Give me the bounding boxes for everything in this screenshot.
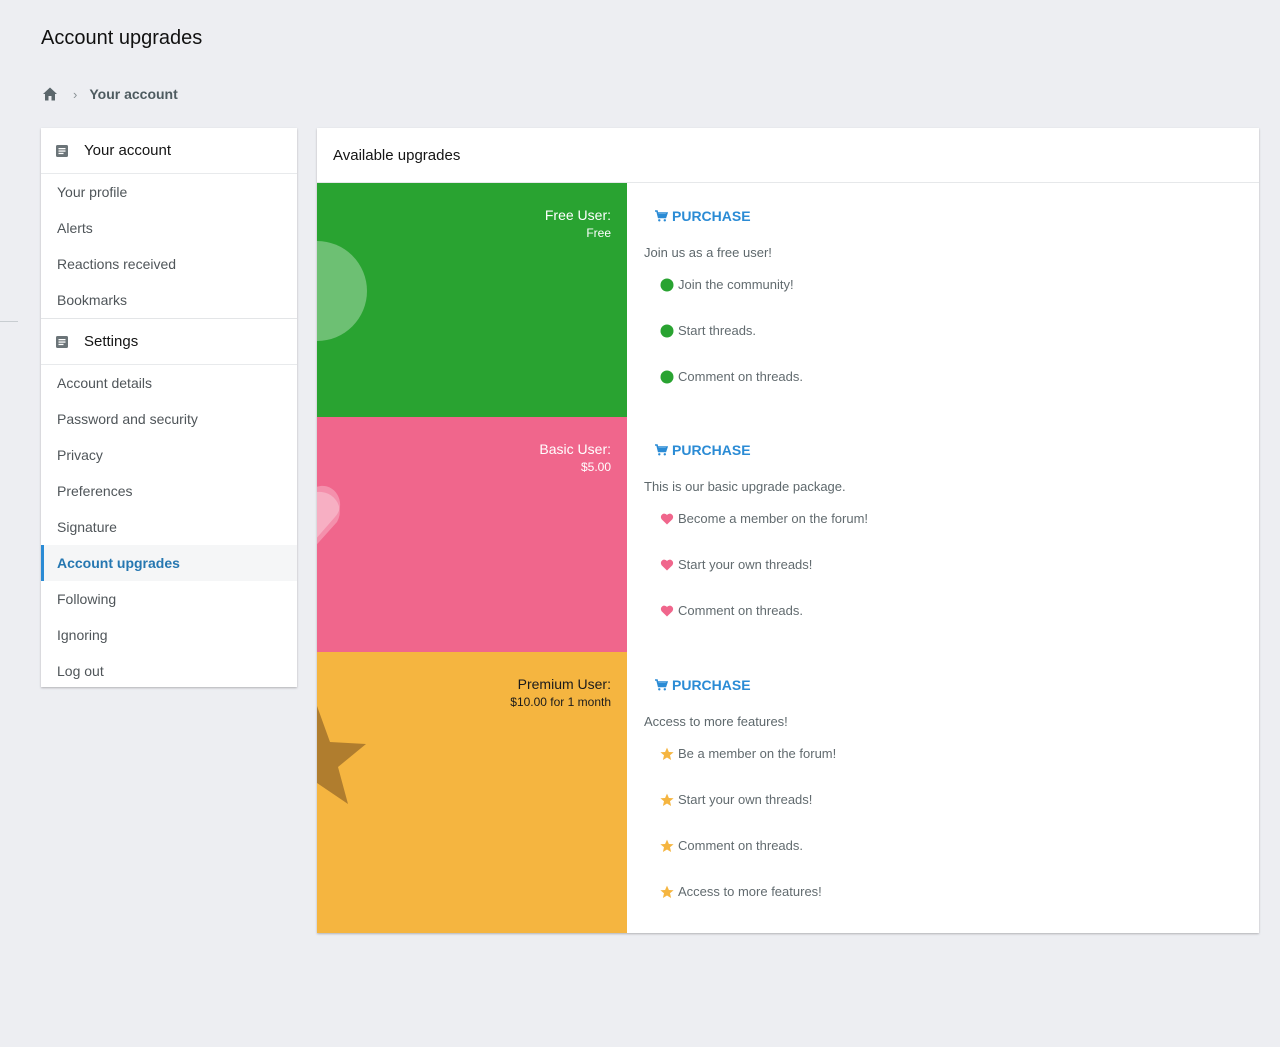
sidebar-item-reactions-received[interactable]: Reactions received	[41, 246, 297, 282]
feature-item: Comment on threads.	[660, 603, 1259, 618]
upgrade-description: This is our basic upgrade package.	[644, 479, 846, 494]
star-icon	[660, 839, 674, 853]
feature-text: Comment on threads.	[678, 838, 804, 853]
feature-item: Access to more features!	[660, 884, 1259, 899]
cart-icon	[654, 209, 669, 223]
upgrade-price: Free	[586, 226, 611, 240]
sidebar-item-following[interactable]: Following	[41, 581, 297, 617]
divider	[0, 321, 18, 322]
feature-text: Start your own threads!	[678, 792, 813, 807]
sidebar-item-ignoring[interactable]: Ignoring	[41, 617, 297, 653]
document-icon	[55, 335, 69, 349]
panel-title: Available upgrades	[317, 128, 1259, 183]
cart-icon	[654, 443, 669, 457]
feature-text: Comment on threads.	[678, 603, 804, 618]
sidebar-section-title: Settings	[84, 333, 139, 350]
feature-text: Start threads.	[678, 323, 757, 338]
breadcrumb: › Your account	[41, 85, 178, 103]
star-icon	[660, 747, 674, 761]
green-dot-icon	[660, 278, 674, 292]
chevron-right-icon: ›	[73, 86, 78, 102]
feature-text: Be a member on the forum!	[678, 746, 837, 761]
feature-item: Comment on threads.	[660, 838, 1259, 853]
upgrade-name: Basic User:	[539, 441, 611, 457]
upgrade-banner: Free User: Free	[317, 183, 627, 417]
feature-text: Access to more features!	[678, 884, 822, 899]
feature-text: Become a member on the forum!	[678, 511, 869, 526]
heart-icon	[660, 604, 674, 618]
sidebar-item-privacy[interactable]: Privacy	[41, 437, 297, 473]
feature-item: Start threads.	[660, 323, 1259, 338]
green-dot-icon	[660, 324, 674, 338]
purchase-button[interactable]: PURCHASE	[654, 208, 751, 224]
feature-item: Start your own threads!	[660, 792, 1259, 807]
purchase-button[interactable]: PURCHASE	[654, 442, 751, 458]
upgrade-name: Free User:	[544, 207, 611, 223]
upgrade-tier-free: Free User: Free PURCHASE Join us as a fr…	[317, 183, 1259, 417]
upgrade-info: PURCHASE Join us as a free user! Join th…	[627, 183, 1259, 417]
sidebar-item-account-details[interactable]: Account details	[41, 365, 297, 401]
sidebar-item-password-and-security[interactable]: Password and security	[41, 401, 297, 437]
sidebar-section-header-your-account: Your account	[41, 128, 297, 174]
feature-text: Join the community!	[678, 277, 794, 292]
home-icon[interactable]	[41, 85, 59, 103]
star-icon	[660, 885, 674, 899]
feature-text: Comment on threads.	[678, 369, 804, 384]
sidebar-group-your-account: Your profile Alerts Reactions received B…	[41, 174, 297, 319]
heart-icon	[660, 512, 674, 526]
breadcrumb-your-account[interactable]: Your account	[89, 86, 177, 102]
upgrade-name: Premium User:	[517, 676, 611, 692]
sidebar-group-settings: Account details Password and security Pr…	[41, 365, 297, 689]
document-icon	[55, 144, 69, 158]
purchase-label: PURCHASE	[672, 442, 751, 458]
cart-icon	[654, 678, 669, 692]
upgrade-description: Join us as a free user!	[644, 245, 772, 260]
feature-text: Start your own threads!	[678, 557, 813, 572]
feature-item: Be a member on the forum!	[660, 746, 1259, 761]
upgrade-tier-basic: Basic User: $5.00 PURCHASE This is our b…	[317, 417, 1259, 652]
sidebar-item-bookmarks[interactable]: Bookmarks	[41, 282, 297, 318]
upgrade-info: PURCHASE Access to more features! Be a m…	[627, 652, 1259, 933]
sidebar-item-account-upgrades[interactable]: Account upgrades	[41, 545, 297, 581]
feature-item: Comment on threads.	[660, 369, 1259, 384]
upgrade-banner: Premium User: $10.00 for 1 month	[317, 652, 627, 933]
star-decoration	[317, 706, 366, 804]
upgrade-banner: Basic User: $5.00	[317, 417, 627, 652]
star-icon	[660, 793, 674, 807]
feature-item: Start your own threads!	[660, 557, 1259, 572]
sidebar-section-title: Your account	[84, 142, 172, 159]
feature-item: Become a member on the forum!	[660, 511, 1259, 526]
upgrade-tier-premium: Premium User: $10.00 for 1 month PURCHAS…	[317, 652, 1259, 933]
upgrade-description: Access to more features!	[644, 714, 788, 729]
sidebar-section-header-settings: Settings	[41, 319, 297, 365]
purchase-label: PURCHASE	[672, 208, 751, 224]
circle-decoration	[317, 241, 367, 341]
purchase-button[interactable]: PURCHASE	[654, 677, 751, 693]
purchase-label: PURCHASE	[672, 677, 751, 693]
sidebar-item-log-out[interactable]: Log out	[41, 653, 297, 689]
page-title: Account upgrades	[41, 27, 203, 49]
heart-icon	[660, 558, 674, 572]
upgrade-price: $5.00	[580, 460, 611, 474]
upgrades-panel: Available upgrades Free User: Free PURCH…	[317, 128, 1259, 933]
green-dot-icon	[660, 370, 674, 384]
sidebar-item-alerts[interactable]: Alerts	[41, 210, 297, 246]
sidebar-item-signature[interactable]: Signature	[41, 509, 297, 545]
heart-decoration	[317, 485, 341, 545]
sidebar-item-preferences[interactable]: Preferences	[41, 473, 297, 509]
account-sidebar: Your account Your profile Alerts Reactio…	[41, 128, 297, 687]
feature-item: Join the community!	[660, 277, 1259, 292]
sidebar-item-your-profile[interactable]: Your profile	[41, 174, 297, 210]
upgrade-info: PURCHASE This is our basic upgrade packa…	[627, 417, 1259, 652]
